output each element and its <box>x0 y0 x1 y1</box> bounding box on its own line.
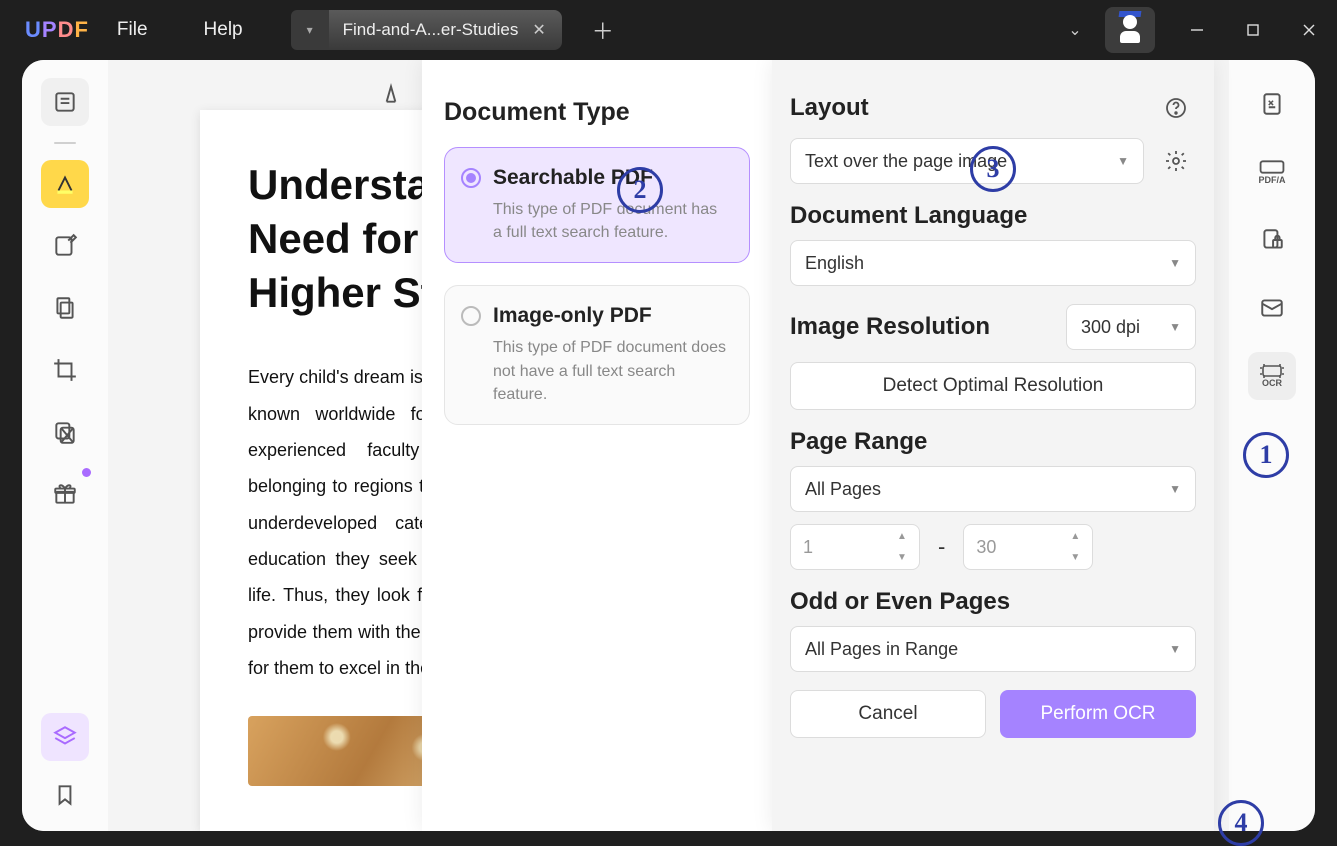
option-searchable-pdf[interactable]: Searchable PDF This type of PDF document… <box>444 147 750 263</box>
option-title: Image-only PDF <box>493 304 729 328</box>
document-tab[interactable]: Find-and-A...er-Studies ✕ <box>329 10 562 50</box>
detect-resolution-button[interactable]: Detect Optimal Resolution <box>790 362 1196 410</box>
option-image-only-pdf[interactable]: Image-only PDF This type of PDF document… <box>444 285 750 425</box>
layout-label: Layout <box>790 94 869 122</box>
help-icon[interactable] <box>1156 88 1196 128</box>
pdfa-button[interactable]: PDF/A <box>1248 148 1296 196</box>
spinner-down-icon[interactable]: ▼ <box>897 552 913 563</box>
resolution-select[interactable]: 300 dpi▼ <box>1066 304 1196 350</box>
menu-help[interactable]: Help <box>176 19 271 41</box>
edit-tool-button[interactable] <box>41 222 89 270</box>
new-tab-button[interactable]: ＋ <box>588 14 618 46</box>
window-dropdown-icon[interactable]: ⌄ <box>1055 20 1095 40</box>
range-dash: - <box>938 534 945 560</box>
page-from-input[interactable]: ▲▼ <box>790 524 920 570</box>
annotation-2: 2 <box>617 167 663 213</box>
document-type-title: Document Type <box>444 98 750 127</box>
window-minimize-button[interactable] <box>1169 0 1225 60</box>
cancel-button[interactable]: Cancel <box>790 690 986 738</box>
app-logo: UPDF <box>25 17 89 43</box>
perform-ocr-button[interactable]: Perform OCR <box>1000 690 1196 738</box>
option-title: Searchable PDF <box>493 166 729 190</box>
window-maximize-button[interactable] <box>1225 0 1281 60</box>
page-to-input[interactable]: ▲▼ <box>963 524 1093 570</box>
option-desc: This type of PDF document does not have … <box>493 336 729 406</box>
annotation-3: 3 <box>970 146 1016 192</box>
window-close-button[interactable] <box>1281 0 1337 60</box>
document-type-panel: Document Type Searchable PDF This type o… <box>422 60 772 831</box>
pages-tool-button[interactable] <box>41 284 89 332</box>
reader-mode-button[interactable] <box>41 78 89 126</box>
parity-label: Odd or Even Pages <box>790 588 1196 616</box>
convert-button[interactable] <box>1248 80 1296 128</box>
page-to-field[interactable] <box>974 536 1054 559</box>
radio-selected-icon <box>461 168 481 188</box>
titlebar: UPDF File Help ▾ Find-and-A...er-Studies… <box>0 0 1337 60</box>
account-button[interactable] <box>1105 7 1155 53</box>
left-toolbar <box>22 60 108 831</box>
parity-select[interactable]: All Pages in Range▼ <box>790 626 1196 672</box>
menu-file[interactable]: File <box>89 19 176 41</box>
tab-list-dropdown[interactable]: ▾ <box>291 10 329 50</box>
avatar-icon <box>1117 15 1143 45</box>
tab-label: Find-and-A...er-Studies <box>343 20 519 40</box>
spinner-down-icon[interactable]: ▼ <box>1070 552 1086 563</box>
highlight-tool-button[interactable] <box>41 160 89 208</box>
crop-tool-button[interactable] <box>41 346 89 394</box>
annotation-4: 4 <box>1218 800 1264 846</box>
marker-tool-icon[interactable] <box>378 80 404 111</box>
document-area: Understanding the Need for International… <box>108 60 1229 831</box>
language-label: Document Language <box>790 202 1196 230</box>
notification-dot <box>82 468 91 477</box>
annotation-1: 1 <box>1243 432 1289 478</box>
ocr-button[interactable]: OCR <box>1248 352 1296 400</box>
spinner-up-icon[interactable]: ▲ <box>1070 531 1086 542</box>
share-button[interactable] <box>1248 284 1296 332</box>
workspace: Understanding the Need for International… <box>22 60 1315 831</box>
layout-settings-icon[interactable] <box>1156 141 1196 181</box>
rail-separator <box>54 142 76 144</box>
protect-button[interactable] <box>1248 216 1296 264</box>
language-select[interactable]: English▼ <box>790 240 1196 286</box>
gift-button[interactable] <box>41 470 89 518</box>
option-desc: This type of PDF document has a full tex… <box>493 198 729 244</box>
layers-button[interactable] <box>41 713 89 761</box>
watermark-tool-button[interactable] <box>41 408 89 456</box>
bookmark-button[interactable] <box>41 771 89 819</box>
spinner-up-icon[interactable]: ▲ <box>897 531 913 542</box>
resolution-label: Image Resolution <box>790 313 990 341</box>
layout-select[interactable]: Text over the page image▼ <box>790 138 1144 184</box>
radio-unselected-icon <box>461 306 481 326</box>
page-range-select[interactable]: All Pages▼ <box>790 466 1196 512</box>
page-range-label: Page Range <box>790 428 1196 456</box>
tab-close-icon[interactable]: ✕ <box>530 18 547 42</box>
page-from-field[interactable] <box>801 536 881 559</box>
